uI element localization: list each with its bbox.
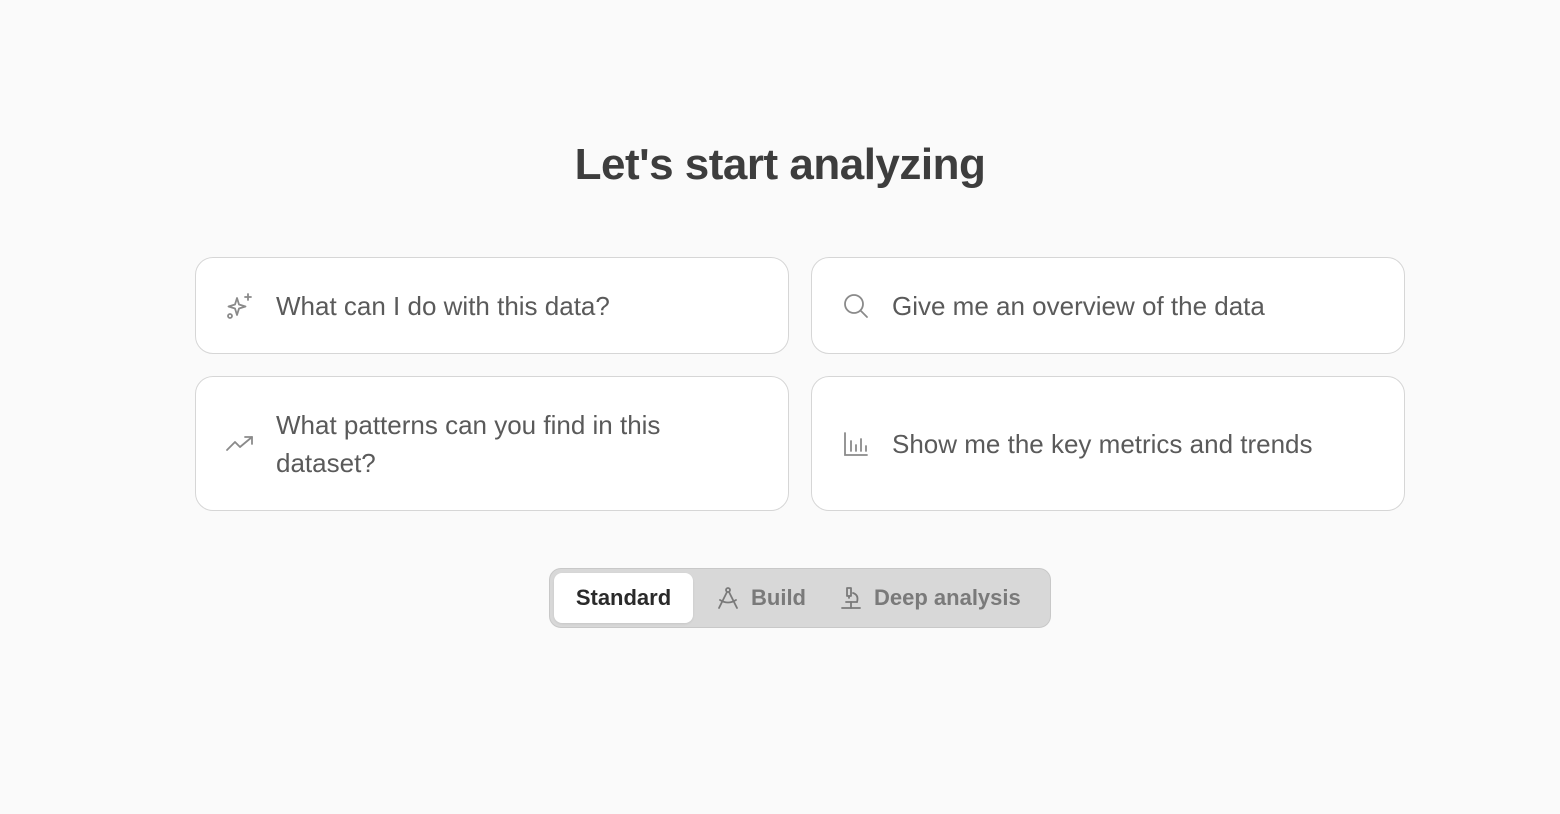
page: Let's start analyzing What can I do with… — [0, 0, 1560, 814]
bar-chart-icon — [841, 429, 871, 459]
suggestion-card-what-can-i-do[interactable]: What can I do with this data? — [195, 257, 789, 354]
suggestion-card-patterns[interactable]: What patterns can you find in this datas… — [195, 376, 789, 511]
mode-standard[interactable]: Standard — [554, 573, 693, 623]
mode-label: Deep analysis — [874, 585, 1021, 610]
mode-deep-analysis[interactable]: Deep analysis — [838, 573, 1021, 623]
search-icon — [841, 291, 871, 321]
page-title: Let's start analyzing — [574, 140, 986, 189]
suggestion-label: What can I do with this data? — [276, 290, 610, 321]
mode-label: Build — [751, 585, 806, 610]
suggestion-card-overview[interactable]: Give me an overview of the data — [811, 257, 1405, 354]
mode-build[interactable]: Build — [715, 573, 806, 623]
trending-up-icon — [225, 429, 255, 459]
microscope-icon — [838, 585, 864, 611]
suggestion-grid: What can I do with this data? Give me an… — [195, 257, 1405, 511]
suggestion-card-metrics[interactable]: Show me the key metrics and trends — [811, 376, 1405, 511]
mode-label: Standard — [575, 585, 672, 610]
suggestion-label: Show me the key metrics and trends — [892, 428, 1313, 459]
suggestion-label: Give me an overview of the data — [892, 290, 1265, 321]
suggestion-label: What patterns can you find in this datas… — [276, 409, 661, 478]
mode-toggle: Standard Build Deep analysis — [549, 568, 1051, 628]
compass-icon — [715, 585, 741, 611]
sparkles-icon — [225, 291, 255, 321]
